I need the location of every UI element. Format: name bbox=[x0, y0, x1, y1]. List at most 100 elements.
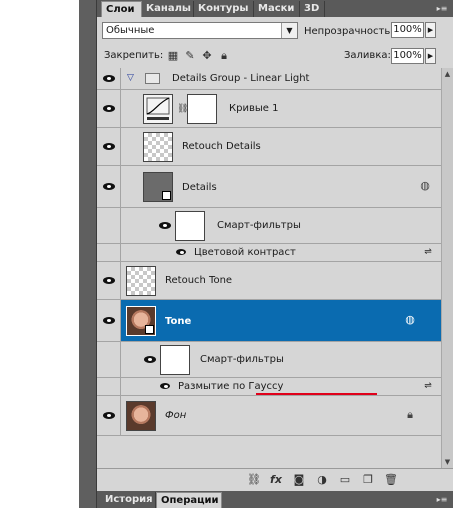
scroll-down-icon[interactable]: ▼ bbox=[442, 456, 453, 468]
visibility-toggle bbox=[97, 208, 121, 243]
eye-icon[interactable] bbox=[144, 356, 156, 363]
layer-name: Details bbox=[182, 182, 217, 193]
fill-field[interactable]: 100% bbox=[391, 48, 424, 64]
layer-row-curves[interactable]: ⛓︎ Кривые 1 bbox=[97, 90, 441, 128]
canvas-area bbox=[0, 0, 79, 508]
filter-blending-options-icon[interactable]: ⇌ bbox=[421, 248, 435, 257]
lock-icon: 🔒︎ bbox=[407, 408, 413, 421]
visibility-toggle[interactable] bbox=[97, 166, 121, 207]
layer-thumbnail bbox=[126, 401, 156, 431]
layer-row-retouch-tone[interactable]: Retouch Tone bbox=[97, 262, 441, 300]
folder-icon bbox=[145, 73, 160, 84]
filter-mask-thumbnail[interactable] bbox=[175, 211, 205, 241]
layers-footer-toolbar: ⛓︎ fx ◙ ◑ ▭ ❐ 🗑︎ bbox=[97, 468, 453, 491]
tab-masks[interactable]: Маски bbox=[254, 1, 300, 17]
layer-name: Цветовой контраст bbox=[194, 247, 296, 258]
panel-tab-bar: Слои Каналы Контуры Маски 3D ▸≡ bbox=[97, 0, 453, 17]
panel-menu-icon[interactable]: ▸≡ bbox=[435, 494, 449, 505]
opacity-label: Непрозрачность: bbox=[304, 26, 394, 37]
layer-row-tone[interactable]: Tone ◍ bbox=[97, 300, 441, 342]
lock-position-icon[interactable]: ✥ bbox=[201, 50, 213, 62]
visibility-toggle[interactable] bbox=[97, 90, 121, 127]
eye-icon[interactable] bbox=[176, 249, 186, 255]
layer-row-retouch-details[interactable]: Retouch Details bbox=[97, 128, 441, 166]
lock-options-row: Закрепить: ▦ ✎ ✥ 🔒︎ Заливка: 100% ▶ bbox=[97, 44, 453, 69]
smart-object-thumbnail bbox=[143, 172, 173, 202]
layer-style-icon[interactable]: fx bbox=[269, 473, 283, 487]
eye-icon bbox=[103, 412, 115, 419]
add-mask-icon[interactable]: ◙ bbox=[292, 473, 306, 487]
layer-row-background[interactable]: Фон 🔒︎ bbox=[97, 396, 441, 436]
tab-history[interactable]: История bbox=[101, 492, 156, 508]
eye-icon bbox=[103, 143, 115, 150]
lock-image-pixels-icon[interactable]: ✎ bbox=[184, 50, 196, 62]
blend-mode-select[interactable]: Обычные ▼ bbox=[102, 22, 298, 39]
new-layer-icon[interactable]: ❐ bbox=[361, 473, 375, 487]
layer-row-filter[interactable]: Цветовой контраст ⇌ bbox=[97, 244, 441, 262]
expand-triangle-icon[interactable]: ▽ bbox=[127, 73, 134, 83]
visibility-toggle bbox=[97, 244, 121, 261]
smart-object-badge-icon bbox=[162, 191, 171, 200]
layer-name: Retouch Tone bbox=[165, 275, 233, 286]
layer-name: Размытие по Гауссу bbox=[178, 381, 284, 392]
smart-filter-indicator-icon[interactable]: ◍ bbox=[404, 314, 416, 326]
layers-scrollbar[interactable]: ▲ ▼ bbox=[441, 68, 453, 468]
visibility-toggle[interactable] bbox=[97, 128, 121, 165]
link-layers-icon[interactable]: ⛓︎ bbox=[247, 473, 261, 487]
tab-3d[interactable]: 3D bbox=[300, 1, 325, 17]
bottom-tab-bar: История Операции ▸≡ bbox=[97, 491, 453, 508]
visibility-toggle[interactable] bbox=[97, 396, 121, 435]
eye-icon bbox=[103, 317, 115, 324]
layer-thumbnail bbox=[126, 266, 156, 296]
tab-layers[interactable]: Слои bbox=[101, 1, 142, 17]
lock-all-icon[interactable]: 🔒︎ bbox=[218, 50, 230, 62]
eye-icon bbox=[103, 183, 115, 190]
lock-transparent-pixels-icon[interactable]: ▦ bbox=[167, 50, 179, 62]
filter-mask-thumbnail[interactable] bbox=[160, 345, 190, 375]
eye-icon bbox=[103, 105, 115, 112]
layer-name: Retouch Details bbox=[182, 141, 261, 152]
eye-icon[interactable] bbox=[160, 383, 170, 389]
smart-filter-indicator-icon[interactable]: ◍ bbox=[419, 180, 431, 192]
layer-thumbnail bbox=[143, 132, 173, 162]
tab-actions[interactable]: Операции bbox=[156, 492, 222, 508]
highlight-underline bbox=[256, 393, 377, 395]
layer-row-details[interactable]: Details ◍ bbox=[97, 166, 441, 208]
curves-adjustment-icon bbox=[143, 94, 173, 124]
layer-name: Смарт-фильтры bbox=[200, 354, 284, 365]
visibility-toggle[interactable] bbox=[97, 300, 121, 341]
smart-object-thumbnail bbox=[126, 306, 156, 336]
panel-gutter bbox=[79, 0, 96, 508]
layer-name: Фон bbox=[165, 410, 187, 421]
chevron-down-icon[interactable]: ▼ bbox=[281, 23, 297, 38]
layer-row-group[interactable]: ▽ Details Group - Linear Light bbox=[97, 68, 441, 90]
layer-name: Details Group - Linear Light bbox=[172, 73, 310, 84]
layer-row-smart-filters[interactable]: Смарт-фильтры bbox=[97, 208, 441, 244]
fill-label: Заливка: bbox=[344, 50, 391, 61]
adjustment-layer-icon[interactable]: ◑ bbox=[315, 473, 329, 487]
filter-blending-options-icon[interactable]: ⇌ bbox=[421, 382, 435, 391]
scroll-up-icon[interactable]: ▲ bbox=[442, 68, 453, 80]
layer-name: Tone bbox=[165, 316, 192, 327]
visibility-toggle bbox=[97, 342, 121, 377]
lock-label: Закрепить: bbox=[104, 50, 164, 61]
opacity-slider-button[interactable]: ▶ bbox=[425, 22, 436, 38]
layer-name: Смарт-фильтры bbox=[217, 220, 301, 231]
tab-paths[interactable]: Контуры bbox=[194, 1, 254, 17]
panel-menu-icon[interactable]: ▸≡ bbox=[435, 3, 449, 14]
layer-name: Кривые 1 bbox=[229, 103, 279, 114]
layer-row-smart-filters[interactable]: Смарт-фильтры bbox=[97, 342, 441, 378]
trash-icon[interactable]: 🗑︎ bbox=[384, 473, 398, 487]
smart-object-badge-icon bbox=[145, 325, 154, 334]
eye-icon[interactable] bbox=[159, 222, 171, 229]
visibility-toggle[interactable] bbox=[97, 68, 121, 89]
eye-icon bbox=[103, 277, 115, 284]
new-group-icon[interactable]: ▭ bbox=[338, 473, 352, 487]
tab-channels[interactable]: Каналы bbox=[142, 1, 194, 17]
opacity-field[interactable]: 100% bbox=[391, 22, 424, 38]
blend-mode-value: Обычные bbox=[106, 25, 155, 36]
fill-slider-button[interactable]: ▶ bbox=[425, 48, 436, 64]
blend-options-row: Обычные ▼ Непрозрачность: 100% ▶ bbox=[97, 18, 453, 43]
visibility-toggle[interactable] bbox=[97, 262, 121, 299]
layer-mask-thumbnail[interactable] bbox=[187, 94, 217, 124]
